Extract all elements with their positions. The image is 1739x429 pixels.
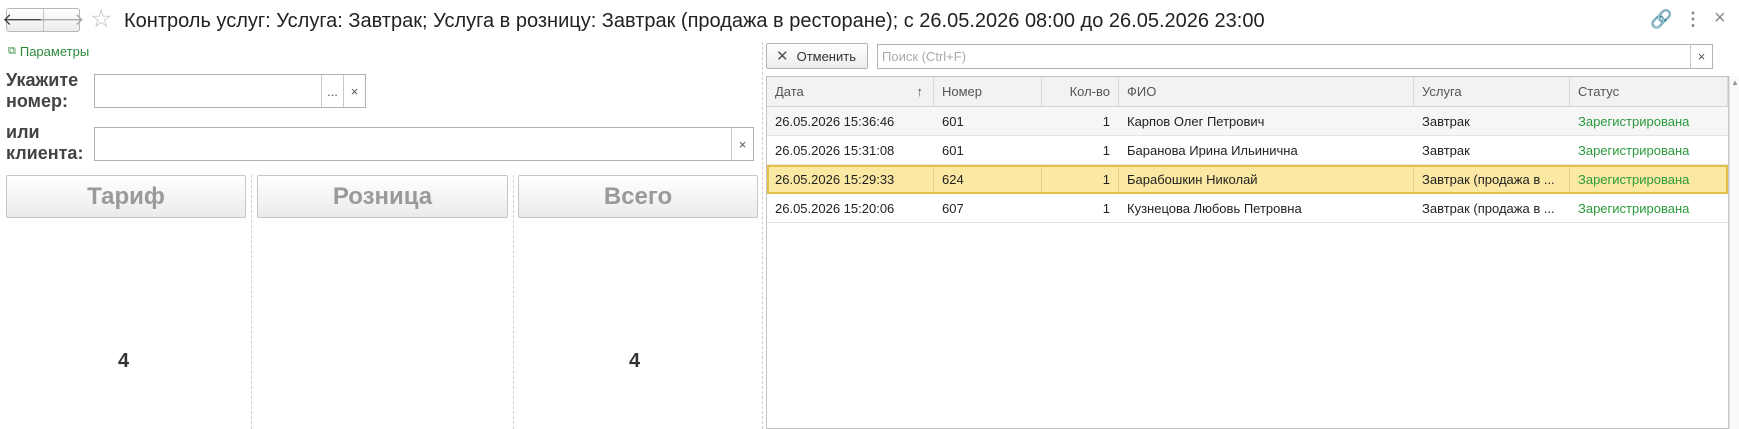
- cell-qty: 1: [1102, 113, 1110, 129]
- column-header-date[interactable]: Дата ↑: [767, 77, 934, 106]
- parameters-icon: ⧉: [8, 45, 16, 57]
- cell-number: 601: [942, 113, 964, 129]
- close-window-icon[interactable]: ×: [1714, 7, 1726, 30]
- cell-date: 26.05.2026 15:29:33: [767, 165, 934, 193]
- cell-service: Завтрак: [1422, 114, 1470, 129]
- client-input[interactable]: [95, 128, 753, 160]
- cell-fio: Кузнецова Любовь Петровна: [1127, 200, 1302, 216]
- room-number-label: Укажите номер:: [6, 70, 79, 111]
- cell-service: Завтрак (продажа в ...: [1414, 165, 1570, 193]
- title-bar: 🡐 🡒 ☆ Контроль услуг: Услуга: Завтрак; У…: [0, 0, 1739, 40]
- column-header-label: Дата: [775, 84, 804, 99]
- cancel-button-label: Отменить: [796, 48, 856, 64]
- cell-status: Зарегистрирована: [1570, 165, 1728, 193]
- link-icon[interactable]: 🔗: [1650, 9, 1672, 30]
- total-button[interactable]: Всего: [518, 175, 758, 218]
- cell-number: 601: [942, 142, 964, 158]
- cell-status: Зарегистрирована: [1578, 142, 1690, 158]
- cell-service: Завтрак: [1422, 143, 1470, 158]
- column-header-qty[interactable]: Кол-во: [1042, 77, 1119, 106]
- cell-fio: Баранова Ирина Ильинична: [1127, 142, 1298, 158]
- table-row[interactable]: 26.05.2026 15:36:46 601 1 Карпов Олег Пе…: [767, 107, 1728, 136]
- retail-button[interactable]: Розница: [257, 175, 508, 218]
- column-header-number[interactable]: Номер: [934, 77, 1042, 106]
- panel-splitter[interactable]: [762, 42, 763, 429]
- cell-date: 26.05.2026 15:20:06: [775, 200, 895, 216]
- table-row[interactable]: 26.05.2026 15:20:06 607 1 Кузнецова Любо…: [767, 194, 1728, 223]
- scroll-up-icon[interactable]: ▲: [1731, 78, 1739, 87]
- clear-search-button[interactable]: ×: [1690, 45, 1712, 68]
- sort-ascending-icon: ↑: [916, 84, 924, 99]
- arrow-right-icon: 🡒: [38, 10, 85, 29]
- forward-button[interactable]: 🡒: [39, 9, 84, 31]
- select-room-button[interactable]: ...: [321, 75, 343, 107]
- search-field[interactable]: ×: [877, 44, 1713, 69]
- clear-room-button[interactable]: ×: [343, 75, 365, 107]
- back-button[interactable]: 🡐: [2, 9, 48, 31]
- services-table: Дата ↑ Номер Кол-во ФИО Услуга Статус 26…: [766, 76, 1729, 429]
- room-number-field[interactable]: ... ×: [94, 74, 366, 108]
- cancel-button[interactable]: ✕ Отменить: [766, 43, 868, 69]
- cancel-x-icon: ✕: [776, 48, 789, 65]
- cell-qty: 1: [1042, 165, 1119, 193]
- table-header: Дата ↑ Номер Кол-во ФИО Услуга Статус: [767, 77, 1728, 107]
- favorite-star-icon[interactable]: ☆: [90, 6, 112, 32]
- client-field[interactable]: ×: [94, 127, 754, 161]
- more-options-icon[interactable]: ⋮: [1684, 9, 1702, 30]
- navigation-buttons: 🡐 🡒: [2, 8, 84, 32]
- clear-client-button[interactable]: ×: [731, 128, 753, 160]
- client-label: или клиента:: [6, 122, 84, 163]
- cell-status: Зарегистрирована: [1578, 200, 1690, 216]
- cell-qty: 1: [1102, 200, 1110, 216]
- cell-date: 26.05.2026 15:36:46: [775, 113, 895, 129]
- cell-fio: Карпов Олег Петрович: [1127, 113, 1265, 129]
- cell-qty: 1: [1102, 142, 1110, 158]
- column-divider: [513, 175, 514, 429]
- cell-service: Завтрак (продажа в ...: [1422, 201, 1555, 216]
- cell-fio: Барабошкин Николай: [1119, 165, 1414, 193]
- table-scrollbar[interactable]: ▲: [1729, 76, 1739, 429]
- tariff-count: 4: [118, 350, 130, 372]
- column-divider: [251, 175, 252, 429]
- cell-number: 607: [942, 200, 964, 216]
- window-title: Контроль услуг: Услуга: Завтрак; Услуга …: [124, 10, 1265, 32]
- table-row[interactable]: 26.05.2026 15:31:08 601 1 Баранова Ирина…: [767, 136, 1728, 165]
- search-input[interactable]: [878, 45, 1712, 68]
- total-count: 4: [629, 350, 641, 372]
- tariff-button[interactable]: Тариф: [6, 175, 246, 218]
- parameters-link[interactable]: ⧉ Параметры: [8, 44, 89, 59]
- cell-date: 26.05.2026 15:31:08: [775, 142, 895, 158]
- column-header-service[interactable]: Услуга: [1414, 77, 1570, 106]
- column-header-fio[interactable]: ФИО: [1119, 77, 1414, 106]
- cell-number: 624: [934, 165, 1042, 193]
- parameters-label: Параметры: [19, 44, 90, 59]
- table-row-selected[interactable]: 26.05.2026 15:29:33 624 1 Барабошкин Ник…: [767, 165, 1728, 194]
- column-header-status[interactable]: Статус: [1570, 77, 1728, 106]
- cell-status: Зарегистрирована: [1578, 113, 1690, 129]
